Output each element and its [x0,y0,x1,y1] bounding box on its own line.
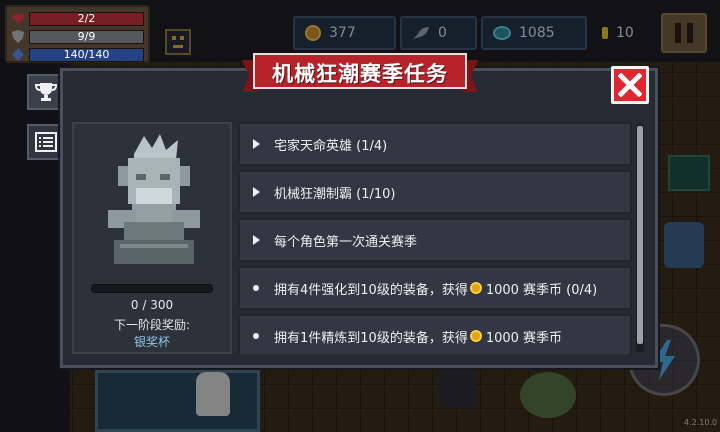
season-progress-text: 0 / 300 [130,298,174,312]
health-value: 2/2 [77,11,96,25]
next-reward-name: 银奖杯 [133,335,170,349]
expand-triangle-icon [250,187,262,197]
health-bar: 2/2 [29,11,144,26]
season-coin-icon [469,282,482,294]
task-row: 拥有4件强化到10级的装备，获得 1000 赛季币 (0/4) [238,266,632,310]
task-label: 拥有4件强化到10级的装备，获得 [274,282,468,298]
list-icon [35,132,57,152]
task-label: 拥有1件精炼到10级的装备，获得 [274,330,468,346]
bullet-dot-icon [250,285,262,291]
modal-title: 机械狂潮赛季任务 [272,62,448,86]
task-reward: 1000 赛季币 [485,330,563,346]
task-row: 拥有1件精炼到10级的装备，获得 1000 赛季币 [238,314,632,354]
task-reward: 1000 赛季币 (0/4) [485,282,598,298]
season-progress-bar [91,284,213,293]
scrollbar-thumb[interactable] [637,126,643,344]
expand-triangle-icon [250,139,262,149]
season-coin-icon [469,330,482,342]
next-reward-label: 下一阶段奖励: [113,318,191,332]
close-x-icon [618,73,642,97]
armor-value: 9/9 [77,29,96,43]
health-row: 2/2 [11,10,144,27]
task-label: 宅家天命英雄 (1/4) [274,138,388,154]
task-label: 机械狂潮制霸 (1/10) [274,186,396,202]
task-list: 宅家天命英雄 (1/4) 机械狂潮制霸 (1/10) 每个角色第一次通关赛季 拥… [238,122,634,354]
tab-task-list[interactable] [27,124,63,160]
task-row[interactable]: 每个角色第一次通关赛季 [238,218,632,262]
energy-row: 140/140 [11,46,144,63]
trophy-icon [35,83,57,101]
task-row[interactable]: 机械狂潮制霸 (1/10) [238,170,632,214]
task-list-scrollbar[interactable] [636,124,644,352]
title-ribbon: 机械狂潮赛季任务 [242,52,478,94]
task-label: 每个角色第一次通关赛季 [274,234,418,250]
close-button[interactable] [611,66,649,104]
expand-triangle-icon [250,235,262,245]
armor-row: 9/9 [11,28,144,45]
tab-trophy[interactable] [27,74,63,110]
task-row[interactable]: 宅家天命英雄 (1/4) [238,122,632,166]
energy-value: 140/140 [63,47,110,61]
energy-bar: 140/140 [29,47,144,62]
armor-bar: 9/9 [29,29,144,44]
reward-panel: 0 / 300 下一阶段奖励: 银奖杯 [72,122,232,354]
bullet-dot-icon [250,333,262,339]
hero-statue-icon [108,134,200,264]
